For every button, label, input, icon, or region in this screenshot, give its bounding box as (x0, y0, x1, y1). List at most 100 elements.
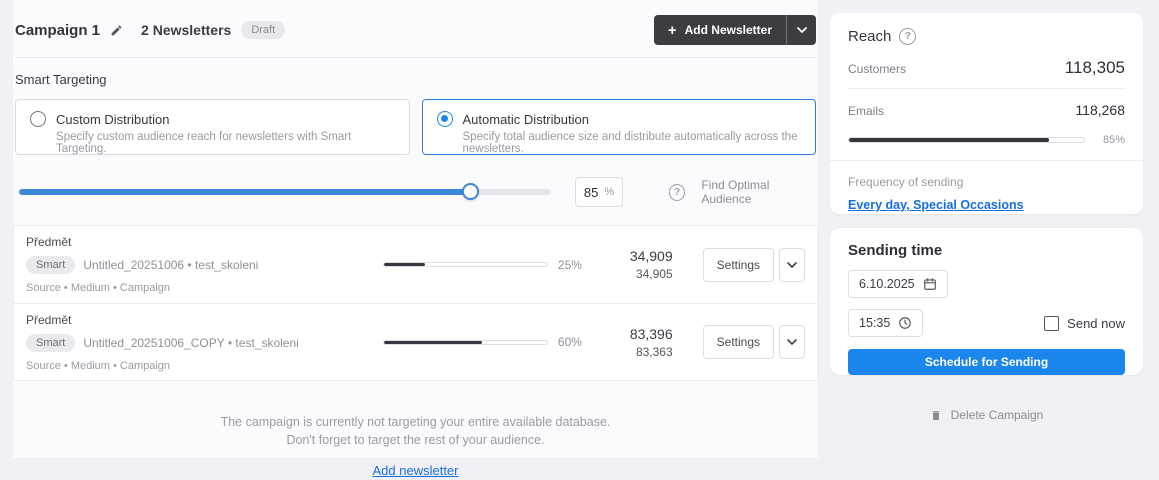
audience-percent-value: 85 (584, 185, 598, 200)
reach-progress-percent: 85% (1097, 134, 1125, 146)
send-now-checkbox[interactable] (1044, 316, 1059, 331)
progress-percent: 25% (558, 258, 582, 272)
chevron-down-icon (787, 339, 797, 345)
calendar-icon[interactable] (923, 277, 937, 291)
divider (848, 88, 1125, 89)
percent-unit: % (604, 186, 614, 198)
automatic-distribution-title: Automatic Distribution (463, 112, 589, 127)
time-input[interactable]: 15:35 (848, 309, 923, 337)
newsletter-subject-label: Předmět (26, 235, 383, 249)
custom-distribution-description: Specify custom audience reach for newsle… (56, 131, 395, 155)
plus-icon: + (668, 22, 677, 39)
slider-thumb[interactable] (462, 183, 479, 200)
automatic-distribution-description: Specify total audience size and distribu… (463, 131, 802, 155)
chevron-down-icon (797, 27, 807, 33)
sending-time-title: Sending time (848, 242, 1125, 259)
delete-campaign-label: Delete Campaign (951, 408, 1044, 422)
targeting-notice: The campaign is currently not targeting … (13, 413, 818, 480)
status-badge: Draft (241, 21, 285, 39)
settings-split-button: Settings (703, 248, 805, 282)
schedule-sending-button[interactable]: Schedule for Sending (848, 349, 1125, 375)
newsletter-row: Předmět Smart Untitled_20251006_COPY • t… (14, 303, 817, 380)
reach-customers-value: 34,909 (584, 248, 672, 264)
audience-percent-input[interactable]: 85 % (575, 177, 623, 207)
emails-label: Emails (848, 104, 884, 118)
add-newsletter-dropdown-button[interactable] (786, 15, 816, 45)
find-optimal-audience-link[interactable]: Find Optimal Audience (701, 178, 816, 206)
edit-campaign-button[interactable] (110, 24, 123, 37)
smart-badge: Smart (26, 256, 75, 274)
help-icon[interactable]: ? (669, 184, 685, 201)
reach-progress-row: 85% (848, 134, 1125, 146)
settings-button[interactable]: Settings (703, 325, 774, 359)
reach-progress-bar (848, 137, 1085, 143)
customers-value: 118,305 (1065, 58, 1125, 78)
reach-customers-value: 83,396 (584, 326, 672, 342)
trash-icon (930, 409, 942, 422)
campaign-header: Campaign 1 2 Newsletters Draft + Add New… (13, 0, 818, 57)
progress-bar (383, 340, 548, 345)
reach-emails-value: 83,363 (584, 345, 672, 359)
reach-panel: Reach ? Customers 118,305 Emails 118,268… (830, 13, 1143, 214)
audience-slider-row: 85 % ? Find Optimal Audience (19, 177, 816, 207)
emails-value: 118,268 (1075, 102, 1125, 118)
help-icon[interactable]: ? (899, 28, 916, 45)
custom-distribution-title: Custom Distribution (56, 112, 169, 127)
progress-fill (384, 341, 482, 344)
newsletter-list: Předmět Smart Untitled_20251006 • test_s… (13, 225, 818, 381)
audience-slider[interactable] (19, 189, 551, 195)
divider (830, 160, 1143, 161)
settings-dropdown-button[interactable] (779, 248, 805, 282)
newsletter-meta: Source • Medium • Campaign (26, 360, 383, 372)
progress-percent: 60% (558, 335, 582, 349)
newsletter-row: Předmět Smart Untitled_20251006 • test_s… (14, 226, 817, 303)
customers-row: Customers 118,305 (848, 58, 1125, 78)
send-now-label: Send now (1067, 316, 1125, 331)
customers-label: Customers (848, 62, 906, 76)
newsletter-reach-values: 83,396 83,363 (584, 326, 698, 359)
newsletters-count: 2 Newsletters (141, 22, 231, 38)
newsletter-progress: 60% (383, 335, 584, 349)
add-newsletter-button[interactable]: + Add Newsletter (654, 15, 786, 45)
notice-line-1: The campaign is currently not targeting … (13, 413, 818, 431)
newsletter-title: Untitled_20251006_COPY • test_skoleni (83, 336, 298, 350)
progress-fill (384, 263, 425, 266)
automatic-distribution-option[interactable]: Automatic Distribution Specify total aud… (422, 99, 817, 155)
settings-dropdown-button[interactable] (779, 325, 805, 359)
smart-targeting-title: Smart Targeting (13, 58, 818, 99)
newsletter-meta: Source • Medium • Campaign (26, 282, 383, 294)
newsletter-title: Untitled_20251006 • test_skoleni (83, 258, 258, 272)
delete-campaign-button[interactable]: Delete Campaign (830, 408, 1143, 422)
newsletter-progress: 25% (383, 258, 584, 272)
add-newsletter-link[interactable]: Add newsletter (373, 463, 459, 478)
pencil-icon (110, 24, 123, 37)
distribution-options: Custom Distribution Specify custom audie… (13, 99, 818, 155)
slider-fill (19, 189, 471, 195)
send-now-toggle[interactable]: Send now (1044, 316, 1125, 331)
radio-unselected-icon[interactable] (30, 111, 46, 127)
date-input[interactable]: 6.10.2025 (848, 270, 948, 298)
settings-button[interactable]: Settings (703, 248, 774, 282)
radio-selected-icon[interactable] (437, 111, 453, 127)
reach-emails-value: 34,905 (584, 267, 672, 281)
smart-badge: Smart (26, 334, 75, 352)
main-content: Campaign 1 2 Newsletters Draft + Add New… (13, 0, 818, 458)
frequency-link[interactable]: Every day, Special Occasions (848, 198, 1024, 212)
custom-distribution-option[interactable]: Custom Distribution Specify custom audie… (15, 99, 410, 155)
chevron-down-icon (787, 262, 797, 268)
reach-progress-fill (849, 138, 1049, 142)
clock-icon[interactable] (898, 316, 912, 330)
reach-title: Reach (848, 28, 891, 45)
add-newsletter-label: Add Newsletter (685, 23, 772, 37)
frequency-label: Frequency of sending (848, 175, 1125, 189)
progress-bar (383, 262, 548, 267)
newsletter-reach-values: 34,909 34,905 (584, 248, 698, 281)
notice-line-2: Don't forget to target the rest of your … (13, 431, 818, 449)
campaign-title: Campaign 1 (15, 22, 100, 39)
date-value: 6.10.2025 (859, 277, 915, 291)
emails-row: Emails 118,268 (848, 102, 1125, 118)
time-value: 15:35 (859, 316, 890, 330)
add-newsletter-split-button: + Add Newsletter (654, 15, 816, 45)
newsletter-subject-label: Předmět (26, 313, 383, 327)
sending-time-panel: Sending time 6.10.2025 15:35 Send now Sc… (830, 228, 1143, 375)
